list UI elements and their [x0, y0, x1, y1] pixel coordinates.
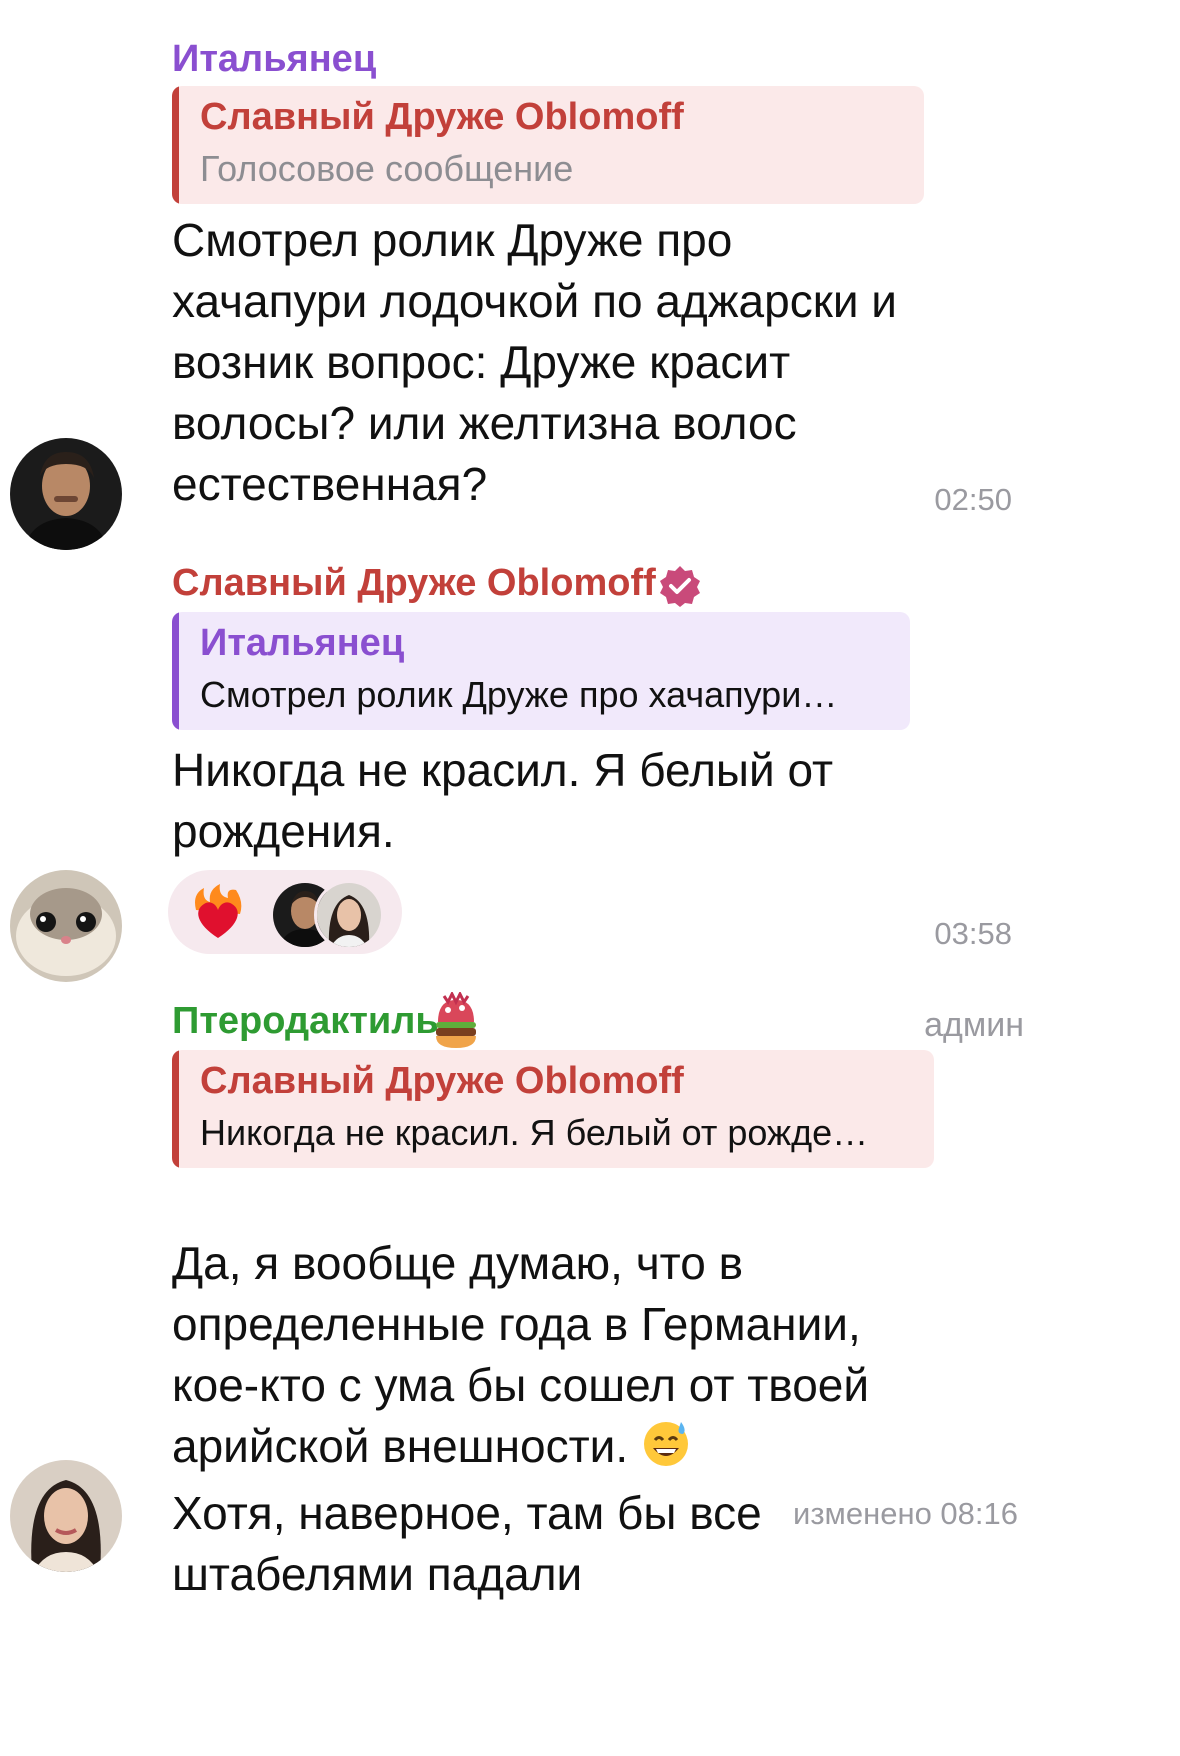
message-text: Никогда не красил. Я белый от рождения.	[172, 744, 834, 857]
message-2[interactable]: Славный Друже Oblomoff Итальянец Смотрел…	[0, 540, 1180, 982]
woman-portrait-avatar[interactable]	[10, 1460, 122, 1572]
reply-bar	[172, 1050, 179, 1168]
reply-preview[interactable]: Славный Друже Oblomoff Голосовое сообщен…	[172, 86, 924, 204]
reply-bar	[172, 612, 179, 730]
hamster-avatar[interactable]	[10, 870, 122, 982]
message-1[interactable]: Итальянец Славный Друже Oblomoff Голосов…	[0, 0, 1180, 550]
sender-name[interactable]: Итальянец	[172, 38, 376, 81]
sender-name[interactable]: Славный Друже Oblomoff	[172, 562, 656, 605]
admin-badge: админ	[924, 1006, 1024, 1044]
verified-badge-icon	[658, 564, 702, 608]
sender-name[interactable]: Птеродактиль	[172, 1000, 439, 1043]
message-text: Смотрел ролик Друже про хачапури лодочко…	[172, 214, 897, 510]
reply-sender: Славный Друже Oblomoff	[200, 1060, 684, 1102]
message-time: изменено 08:16	[793, 1496, 1018, 1531]
reply-preview[interactable]: Славный Друже Oblomoff Никогда не красил…	[172, 1050, 934, 1168]
reply-preview[interactable]: Итальянец Смотрел ролик Друже про хачапу…	[172, 612, 910, 730]
reply-sender: Итальянец	[200, 622, 405, 664]
reactor-woman-avatar[interactable]	[314, 880, 384, 950]
message-time: 03:58	[934, 916, 1012, 951]
heart-on-fire-icon[interactable]	[186, 880, 250, 949]
message-bubble[interactable]: Славный Друже Oblomoff Итальянец Смотрел…	[150, 548, 1040, 968]
message-bubble[interactable]: Птеродактиль админ Славный Друже Oblomof…	[150, 988, 1040, 1748]
reply-text: Голосовое сообщение	[200, 148, 574, 189]
man-portrait-avatar[interactable]	[10, 438, 122, 550]
reply-bar	[172, 86, 179, 204]
reply-text: Смотрел ролик Друже про хачапури…	[200, 674, 838, 715]
message-text-part-1: Да, я вообще думаю, что в определенные г…	[172, 1237, 870, 1472]
reaction-bar[interactable]	[168, 870, 402, 954]
message-time: 02:50	[934, 482, 1012, 517]
sweat-smile-emoji-icon	[641, 1418, 691, 1483]
reply-text: Никогда не красил. Я белый от рожде…	[200, 1112, 869, 1153]
reply-sender: Славный Друже Oblomoff	[200, 96, 684, 138]
message-text: Да, я вообще думаю, что в определенные г…	[172, 1172, 972, 1666]
message-3[interactable]: Птеродактиль админ Славный Друже Oblomof…	[0, 980, 1180, 1756]
message-bubble[interactable]: Итальянец Славный Друже Oblomoff Голосов…	[150, 20, 1040, 520]
burger-emoji-icon	[428, 990, 484, 1057]
